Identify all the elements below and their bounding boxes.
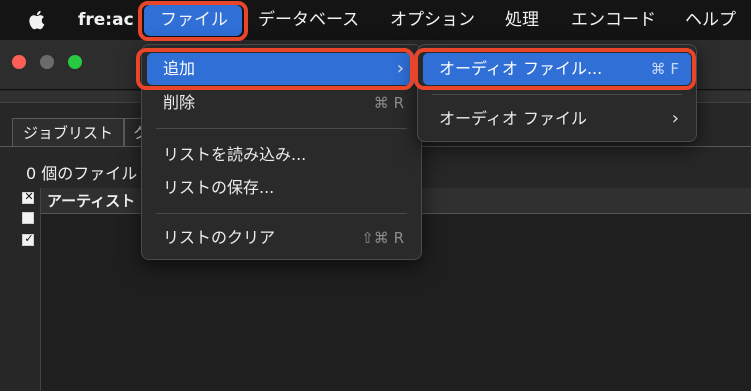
menu-item-label: オーディオ ファイル [439, 109, 587, 128]
menu-encode[interactable]: エンコード [571, 0, 656, 40]
menu-item-audio-file-dialog[interactable]: オーディオ ファイル... ⌘ F [423, 53, 691, 85]
zoom-window-button[interactable] [68, 55, 82, 69]
shortcut-label: ⌘ R [373, 94, 404, 112]
menu-item-label: 追加 [163, 59, 196, 78]
file-menu: 追加 › 削除 ⌘ R リストを読み込み... リストの保存... リストのクリ… [141, 44, 422, 260]
menu-item-audio-file[interactable]: オーディオ ファイル › [423, 103, 691, 135]
menu-separator [156, 213, 407, 214]
column-artist[interactable]: アーティスト [47, 188, 135, 214]
menu-database[interactable]: データベース [258, 0, 359, 40]
close-window-button[interactable] [12, 55, 26, 69]
menu-item-save-list[interactable]: リストの保存... [147, 172, 416, 204]
menu-file[interactable]: ファイル [160, 0, 228, 40]
menu-options[interactable]: オプション [390, 0, 475, 40]
menu-separator [156, 128, 407, 129]
file-count-label: 0 個のファイル [26, 164, 138, 183]
tab-job-list[interactable]: ジョブリスト [12, 118, 125, 146]
chevron-right-icon: › [396, 58, 404, 79]
menu-bar: fre:ac ファイル データベース オプション 処理 エンコード ヘルプ [0, 0, 751, 40]
apple-logo-icon[interactable] [28, 9, 48, 31]
minimize-window-button[interactable] [40, 55, 54, 69]
menu-item-label: 削除 [163, 93, 196, 112]
menu-item-label: リストのクリア [163, 228, 276, 247]
checkbox-mark: ✓ [24, 232, 34, 245]
menu-item-label: リストの保存... [163, 178, 275, 197]
menu-process[interactable]: 処理 [505, 0, 539, 40]
select-toggle-checkbox[interactable] [22, 212, 34, 224]
menu-item-label: オーディオ ファイル... [439, 59, 603, 78]
shortcut-label: ⇧⌘ R [361, 229, 404, 247]
menu-item-load-list[interactable]: リストを読み込み... [147, 139, 416, 171]
add-submenu: オーディオ ファイル... ⌘ F オーディオ ファイル › [417, 44, 697, 142]
menu-item-label: リストを読み込み... [163, 145, 307, 164]
shortcut-label: ⌘ F [650, 60, 679, 78]
chevron-right-icon: › [671, 108, 679, 129]
menu-item-add[interactable]: 追加 › [147, 53, 416, 85]
select-none-checkbox[interactable]: ✕ [22, 190, 34, 204]
menu-item-clear-list[interactable]: リストのクリア ⇧⌘ R [147, 222, 416, 254]
select-all-checkbox[interactable]: ✓ [22, 232, 34, 246]
menu-separator [432, 94, 682, 95]
checkbox-mark: ✕ [24, 190, 34, 203]
menu-item-delete[interactable]: 削除 ⌘ R [147, 87, 416, 119]
app-menu[interactable]: fre:ac [78, 0, 134, 40]
menu-help[interactable]: ヘルプ [685, 0, 736, 40]
